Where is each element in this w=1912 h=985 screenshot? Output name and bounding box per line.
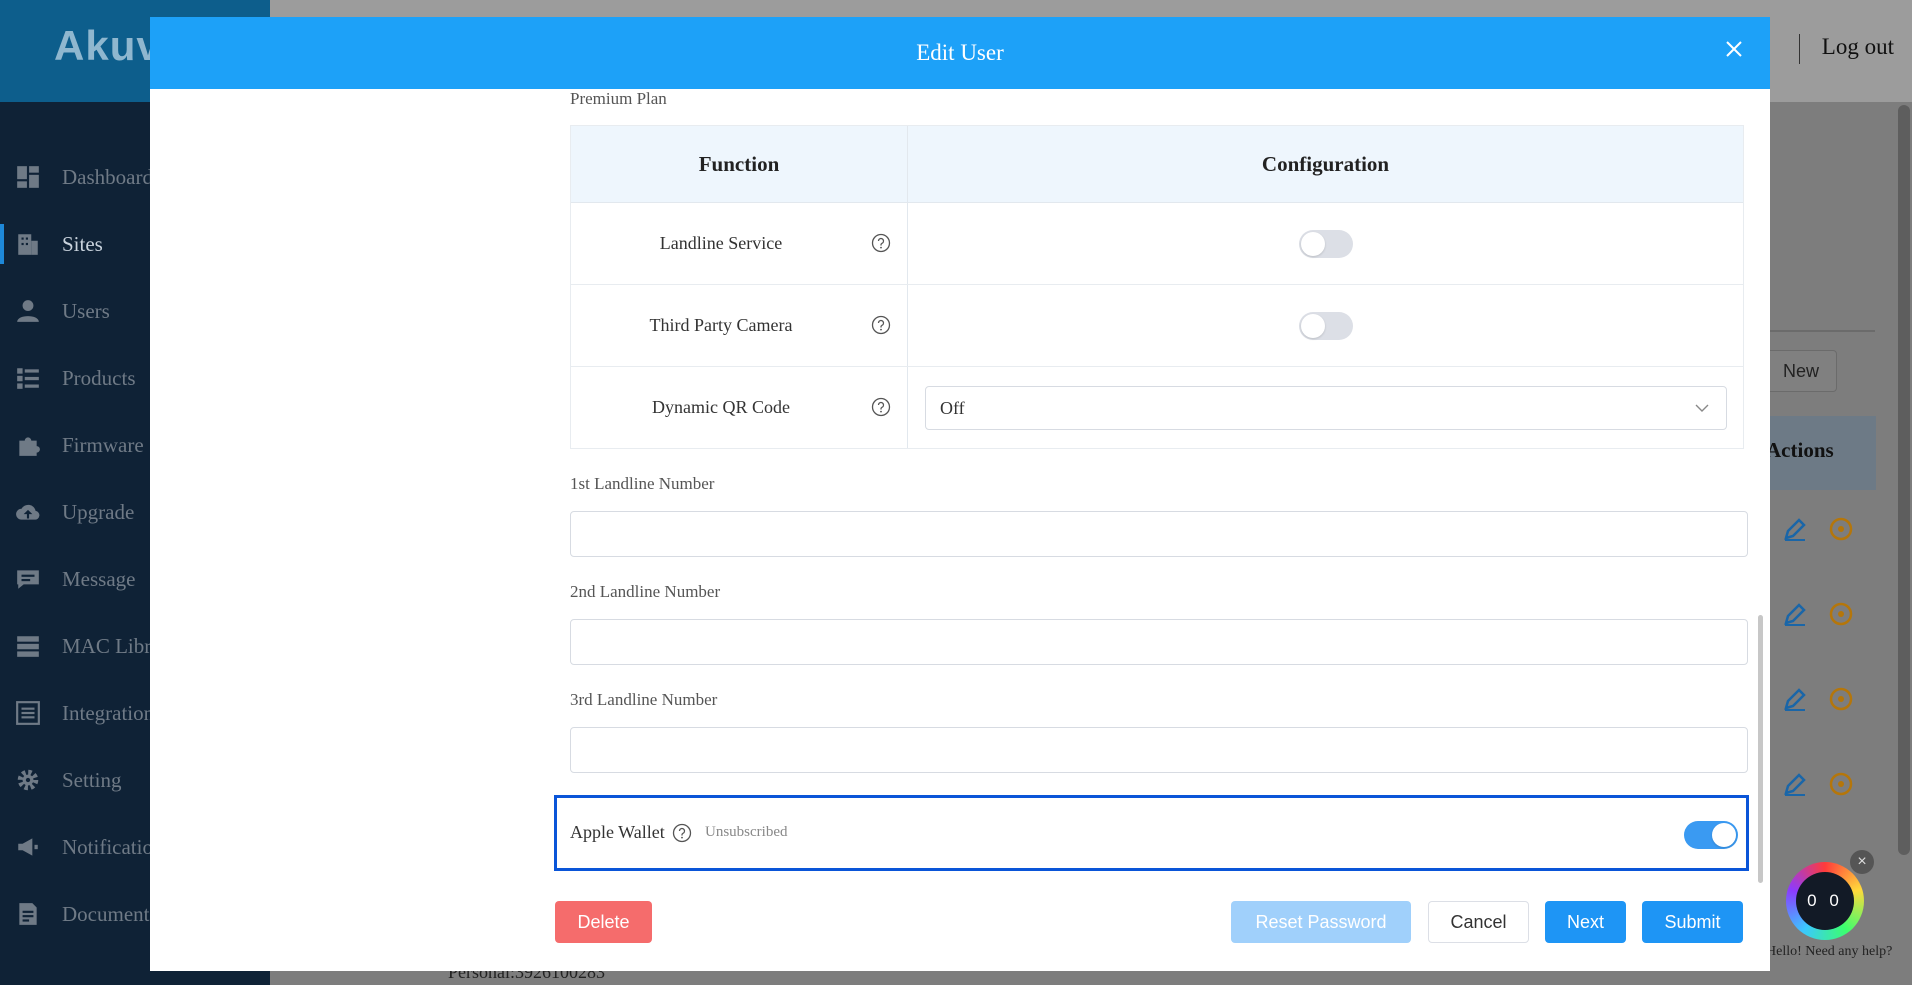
field-label: 1st Landline Number (570, 474, 715, 493)
reset-icon[interactable] (1826, 684, 1856, 714)
integration-icon (14, 700, 42, 726)
toggle-knob (1300, 231, 1325, 256)
help-assistant-button[interactable]: 0 0 (1786, 862, 1864, 940)
edit-icon[interactable] (1780, 599, 1810, 629)
toggle-knob (1300, 313, 1325, 338)
apple-wallet-row: Apple Wallet Unsubscribed (554, 795, 1749, 871)
user-icon (14, 298, 42, 324)
background-tab-strip (1760, 270, 1875, 332)
header-divider (1799, 34, 1800, 64)
table-row-landline-service: Landline Service (571, 203, 1743, 285)
dialog-body: Premium Plan Function Configuration Land… (150, 89, 1770, 889)
list-icon (14, 365, 42, 391)
brand-logo: Akuv (54, 22, 161, 69)
table-row-actions (1780, 684, 1880, 720)
first-landline-number-input[interactable] (570, 511, 1748, 557)
field-label: 3rd Landline Number (570, 690, 718, 709)
sidebar-item-label: Upgrade (62, 499, 135, 524)
field-label: 2nd Landline Number (570, 582, 721, 601)
edit-icon[interactable] (1780, 514, 1810, 544)
dynamic-qr-code-select[interactable]: Off (925, 386, 1727, 430)
table-row-actions (1780, 514, 1880, 550)
sidebar-item-label: Dashboard (62, 164, 153, 189)
function-cell: Landline Service (571, 203, 908, 284)
dialog-header: Edit User (150, 17, 1770, 89)
chevron-down-icon (1695, 404, 1709, 412)
third-party-camera-toggle[interactable] (1298, 311, 1353, 340)
apple-wallet-toggle[interactable] (1684, 821, 1738, 849)
help-prompt-text: Hello! Need any help? (1766, 944, 1893, 959)
apple-wallet-label: Apple Wallet (570, 822, 665, 842)
dialog-scrollbar[interactable] (1758, 615, 1763, 883)
configuration-cell: Off (908, 367, 1743, 448)
cloud-upload-icon (14, 499, 42, 525)
function-cell: Dynamic QR Code (571, 367, 908, 448)
dashboard-icon (14, 164, 42, 190)
sidebar-item-label: Users (62, 298, 110, 323)
function-name: Landline Service (659, 233, 783, 253)
column-header-function: Function (571, 126, 908, 202)
document-icon (14, 901, 42, 927)
close-icon[interactable] (1720, 35, 1748, 63)
sidebar-item-label: Integration (62, 700, 155, 725)
sidebar-item-label: Sites (62, 231, 103, 256)
reset-icon[interactable] (1826, 599, 1856, 629)
cancel-button[interactable]: Cancel (1428, 901, 1529, 943)
configuration-cell (908, 285, 1743, 366)
sidebar-item-label: Notificatio (62, 834, 153, 859)
toggle-knob (1712, 823, 1736, 847)
logout-link[interactable]: Log out (1822, 34, 1894, 60)
premium-plan-table: Function Configuration Landline Service … (570, 125, 1744, 449)
table-row-third-party-camera: Third Party Camera (571, 285, 1743, 367)
sidebar-item-label: Setting (62, 767, 122, 792)
message-icon (14, 566, 42, 592)
reset-password-button[interactable]: Reset Password (1231, 901, 1411, 943)
function-cell: Third Party Camera (571, 285, 908, 366)
sidebar-item-label: Document (62, 901, 150, 926)
column-header-configuration: Configuration (1261, 151, 1390, 176)
new-button[interactable]: New (1765, 350, 1837, 392)
reset-icon[interactable] (1826, 514, 1856, 544)
delete-button[interactable]: Delete (555, 901, 652, 943)
help-circle-icon[interactable] (871, 233, 891, 253)
page-scrollbar[interactable] (1898, 105, 1910, 855)
sidebar-item-label: Products (62, 365, 136, 390)
puzzle-icon (14, 432, 42, 458)
function-name: Third Party Camera (649, 315, 793, 335)
gear-icon (14, 767, 42, 793)
sidebar-item-label: Message (62, 566, 136, 591)
building-icon (14, 231, 42, 257)
edit-icon[interactable] (1780, 684, 1810, 714)
table-row-dynamic-qr-code: Dynamic QR Code Off (571, 367, 1743, 448)
help-circle-icon[interactable] (871, 397, 891, 417)
sidebar-item-label: Firmware (62, 432, 144, 457)
third-landline-number-input[interactable] (570, 727, 1748, 773)
edit-icon[interactable] (1780, 769, 1810, 799)
edit-user-dialog: Edit User Premium Plan Function Configur… (150, 17, 1770, 971)
table-row-actions (1780, 769, 1880, 805)
help-circle-icon[interactable] (672, 823, 692, 843)
subscription-status: Unsubscribed (705, 824, 788, 840)
next-button[interactable]: Next (1545, 901, 1626, 943)
section-title: Premium Plan (570, 89, 667, 108)
select-value: Off (940, 397, 965, 418)
reset-icon[interactable] (1826, 769, 1856, 799)
function-name: Dynamic QR Code (652, 397, 790, 417)
actions-header-label: Actions (1766, 438, 1834, 462)
close-icon[interactable]: × (1850, 850, 1874, 874)
table-header-row: Function Configuration (571, 126, 1743, 203)
configuration-cell (908, 203, 1743, 284)
submit-button[interactable]: Submit (1642, 901, 1743, 943)
megaphone-icon (14, 834, 42, 860)
robot-face-icon: 0 0 (1796, 872, 1854, 930)
server-icon (14, 633, 42, 659)
dialog-title: Edit User (916, 40, 1004, 65)
help-circle-icon[interactable] (871, 315, 891, 335)
table-row-actions (1780, 599, 1880, 635)
sidebar-item-label: MAC Libr (62, 633, 152, 658)
landline-service-toggle[interactable] (1298, 229, 1353, 258)
second-landline-number-input[interactable] (570, 619, 1748, 665)
